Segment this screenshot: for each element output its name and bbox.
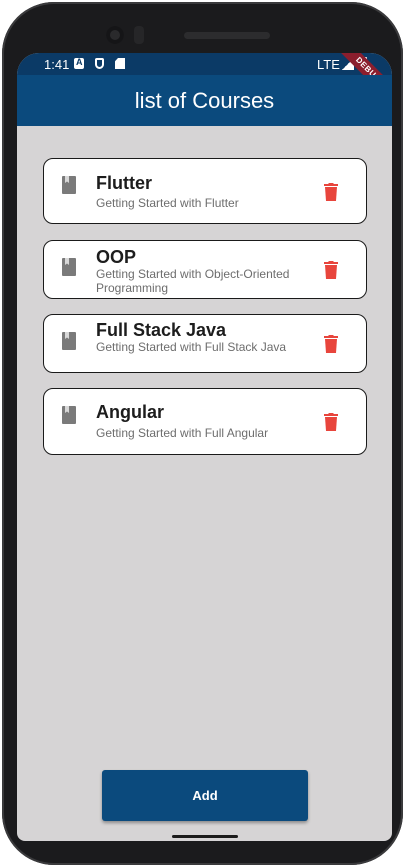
app-bar: list of Courses — [17, 75, 392, 126]
network-type: LTE — [317, 57, 340, 72]
course-subtitle: Getting Started with Full Angular — [96, 426, 269, 440]
book-icon — [62, 176, 76, 194]
shield-icon — [95, 58, 104, 69]
trash-icon — [324, 183, 338, 201]
book-icon — [62, 406, 76, 424]
sd-card-icon — [115, 58, 125, 69]
status-bar: 1:41 LTE DEBUG — [17, 53, 392, 111]
app-screen: 1:41 LTE DEBUG list of Courses Flutter G… — [17, 53, 392, 841]
delete-button[interactable] — [324, 335, 338, 353]
course-subtitle: Getting Started with Full Stack Java — [96, 340, 287, 354]
notification-a-icon — [74, 57, 84, 69]
earpiece-speaker — [184, 32, 270, 39]
course-list-item[interactable]: Flutter Getting Started with Flutter — [43, 158, 367, 224]
add-button[interactable]: Add — [102, 770, 308, 821]
home-indicator[interactable] — [172, 835, 238, 838]
course-title: Angular — [96, 402, 165, 422]
delete-button[interactable] — [324, 413, 338, 431]
course-subtitle: Getting Started with Flutter — [96, 196, 239, 210]
trash-icon — [324, 413, 338, 431]
delete-button[interactable] — [324, 183, 338, 201]
course-list-item[interactable]: Full Stack Java Getting Started with Ful… — [43, 314, 367, 373]
course-list-item[interactable]: OOP Getting Started with Object-Oriented… — [43, 240, 367, 299]
status-time: 1:41 — [44, 57, 70, 72]
book-icon — [62, 258, 76, 276]
course-title: OOP — [96, 247, 137, 267]
course-list-item[interactable]: Angular Getting Started with Full Angula… — [43, 388, 367, 455]
trash-icon — [324, 261, 338, 279]
page-title: list of Courses — [134, 87, 275, 113]
delete-button[interactable] — [324, 261, 338, 279]
course-title: Flutter — [96, 173, 152, 193]
book-icon — [62, 332, 76, 350]
phone-frame: 1:41 LTE DEBUG list of Courses Flutter G… — [2, 2, 403, 865]
course-subtitle: Getting Started with Object-Oriented Pro… — [96, 267, 290, 295]
proximity-sensor — [134, 26, 144, 44]
trash-icon — [324, 335, 338, 353]
front-camera — [106, 26, 124, 44]
course-title: Full Stack Java — [96, 320, 227, 340]
